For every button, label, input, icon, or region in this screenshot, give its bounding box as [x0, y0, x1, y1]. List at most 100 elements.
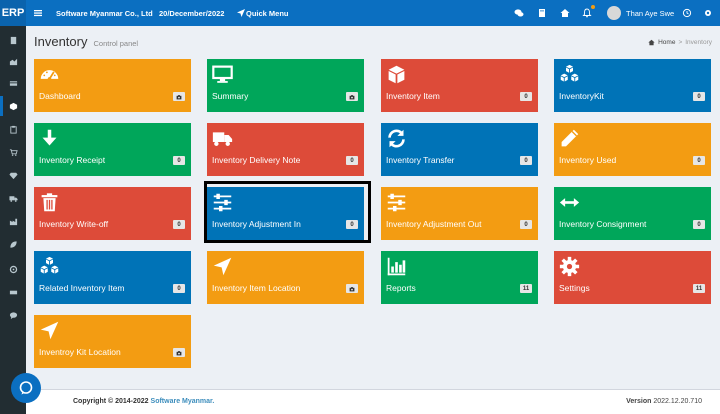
chat-icon[interactable] — [512, 6, 526, 20]
gear-icon — [559, 256, 580, 277]
tile-count-badge: 11 — [693, 284, 705, 293]
clipboard-icon[interactable] — [6, 122, 20, 136]
tile-inventory-item[interactable]: Inventory Item 0 — [381, 59, 538, 112]
monitor-icon — [212, 65, 233, 83]
live-chat-button[interactable] — [11, 373, 41, 403]
tile-label: Inventory Transfer — [386, 155, 455, 165]
tile-count-badge: 0 — [173, 284, 185, 293]
current-date: 20/December/2022 — [159, 8, 225, 18]
industry-icon[interactable] — [6, 214, 20, 228]
tile-label: InventoryKit — [559, 91, 604, 101]
camera-icon — [176, 94, 182, 99]
arrow-down-icon — [42, 129, 57, 146]
history-icon[interactable] — [680, 6, 694, 20]
tile-inventory-write-off[interactable]: Inventory Write-off 0 — [34, 187, 191, 240]
tile-inventory-kit-location[interactable]: Inventroy Kit Location — [34, 315, 191, 368]
tile-inventory-used[interactable]: Inventory Used 0 — [554, 123, 711, 176]
user-avatar[interactable] — [607, 6, 621, 20]
tile-label: Inventory Adjustment Out — [386, 219, 482, 229]
diamond-icon[interactable] — [6, 168, 20, 182]
home-icon[interactable] — [558, 6, 572, 20]
book-icon[interactable] — [535, 6, 549, 20]
chat-bubble-icon — [19, 381, 33, 395]
tile-label: Inventroy Kit Location — [39, 347, 121, 357]
breadcrumb-current: Inventory — [685, 39, 712, 46]
tile-camera-badge — [346, 284, 358, 293]
tile-inventory-consignment[interactable]: Inventory Consignment 0 — [554, 187, 711, 240]
tile-label: Inventory Delivery Note — [212, 155, 301, 165]
version-number: 2022.12.20.710 — [653, 398, 702, 405]
hdd-icon[interactable] — [6, 285, 20, 299]
app-logo[interactable]: ERP — [0, 0, 26, 26]
dashboard-gauge-icon — [40, 70, 59, 81]
tile-label: Inventory Item Location — [212, 283, 301, 293]
tile-count-badge: 0 — [693, 220, 705, 229]
cubes-icon — [560, 64, 579, 82]
tile-inventory-adjustment-out[interactable]: Inventory Adjustment Out 0 — [381, 187, 538, 240]
quick-menu-link[interactable]: Quick Menu — [246, 0, 289, 26]
tile-count-badge: 0 — [173, 156, 185, 165]
notification-dot — [591, 5, 595, 9]
camera-icon — [349, 286, 355, 291]
cubes-icon — [40, 256, 59, 274]
tile-related-inventory-item[interactable]: Related Inventory Item 0 — [34, 251, 191, 304]
sidebar — [0, 26, 26, 414]
copyright-text: Copyright © 2014-2022 — [73, 398, 149, 405]
tile-camera-badge — [173, 92, 185, 101]
refresh-icon — [388, 129, 405, 148]
tile-label: Inventory Item — [386, 91, 440, 101]
tile-inventory-receipt[interactable]: Inventory Receipt 0 — [34, 123, 191, 176]
tile-label: Settings — [559, 283, 590, 293]
breadcrumb-home[interactable]: Home — [658, 39, 675, 46]
cube-icon — [388, 65, 405, 84]
tile-count-badge: 0 — [346, 156, 358, 165]
tile-label: Reports — [386, 283, 416, 293]
tile-settings[interactable]: Settings 11 — [554, 251, 711, 304]
bar-chart-icon — [387, 257, 406, 276]
tile-count-badge: 0 — [173, 220, 185, 229]
breadcrumb: Home > Inventory — [648, 39, 712, 46]
area-chart-icon[interactable] — [6, 54, 20, 68]
tile-label: Related Inventory Item — [39, 283, 125, 293]
tile-label: Inventory Used — [559, 155, 617, 165]
tile-inventory-item-location[interactable]: Inventory Item Location — [207, 251, 364, 304]
hamburger-menu-icon[interactable] — [31, 6, 45, 20]
tile-label: Inventory Consignment — [559, 219, 647, 229]
tile-label: Summary — [212, 91, 249, 101]
comment-icon[interactable] — [6, 308, 20, 322]
location-arrow-icon — [40, 321, 59, 340]
footer: Copyright © 2014-2022 Software Myanmar. … — [26, 389, 720, 414]
user-name[interactable]: Than Aye Swe — [626, 0, 674, 26]
tile-reports[interactable]: Reports 11 — [381, 251, 538, 304]
truck-icon — [212, 132, 233, 146]
trash-icon — [41, 193, 58, 212]
breadcrumb-separator: > — [678, 39, 683, 46]
company-name: Software Myanmar Co., Ltd — [56, 8, 153, 18]
tile-label: Inventory Write-off — [39, 219, 109, 229]
brand-link[interactable]: Software Myanmar. — [151, 398, 215, 405]
page-title-text: Inventory — [34, 34, 88, 49]
tile-label: Dashboard — [39, 91, 81, 101]
cube-icon[interactable] — [0, 96, 20, 116]
cog-icon[interactable] — [6, 262, 20, 276]
arrows-horizontal-icon — [559, 198, 580, 207]
credit-card-icon[interactable] — [6, 76, 20, 90]
sliders-icon — [387, 193, 406, 212]
leaf-icon[interactable] — [6, 237, 20, 251]
tile-camera-badge — [346, 92, 358, 101]
tile-inventory-delivery-note[interactable]: Inventory Delivery Note 0 — [207, 123, 364, 176]
tile-count-badge: 0 — [520, 156, 532, 165]
cart-icon[interactable] — [6, 145, 20, 159]
tile-dashboard[interactable]: Dashboard — [34, 59, 191, 112]
calculator-icon[interactable] — [6, 33, 20, 47]
settings-gear-icon[interactable] — [701, 6, 715, 20]
page-subtitle: Control panel — [93, 39, 139, 48]
tile-inventory-kit[interactable]: InventoryKit 0 — [554, 59, 711, 112]
tile-summary[interactable]: Summary — [207, 59, 364, 112]
tile-inventory-transfer[interactable]: Inventory Transfer 0 — [381, 123, 538, 176]
tile-label: Inventory Receipt — [39, 155, 106, 165]
truck-icon[interactable] — [6, 191, 20, 205]
pencil-icon — [561, 129, 579, 147]
page-title: Inventory Control panel — [34, 34, 138, 49]
tile-count-badge: 0 — [693, 92, 705, 101]
